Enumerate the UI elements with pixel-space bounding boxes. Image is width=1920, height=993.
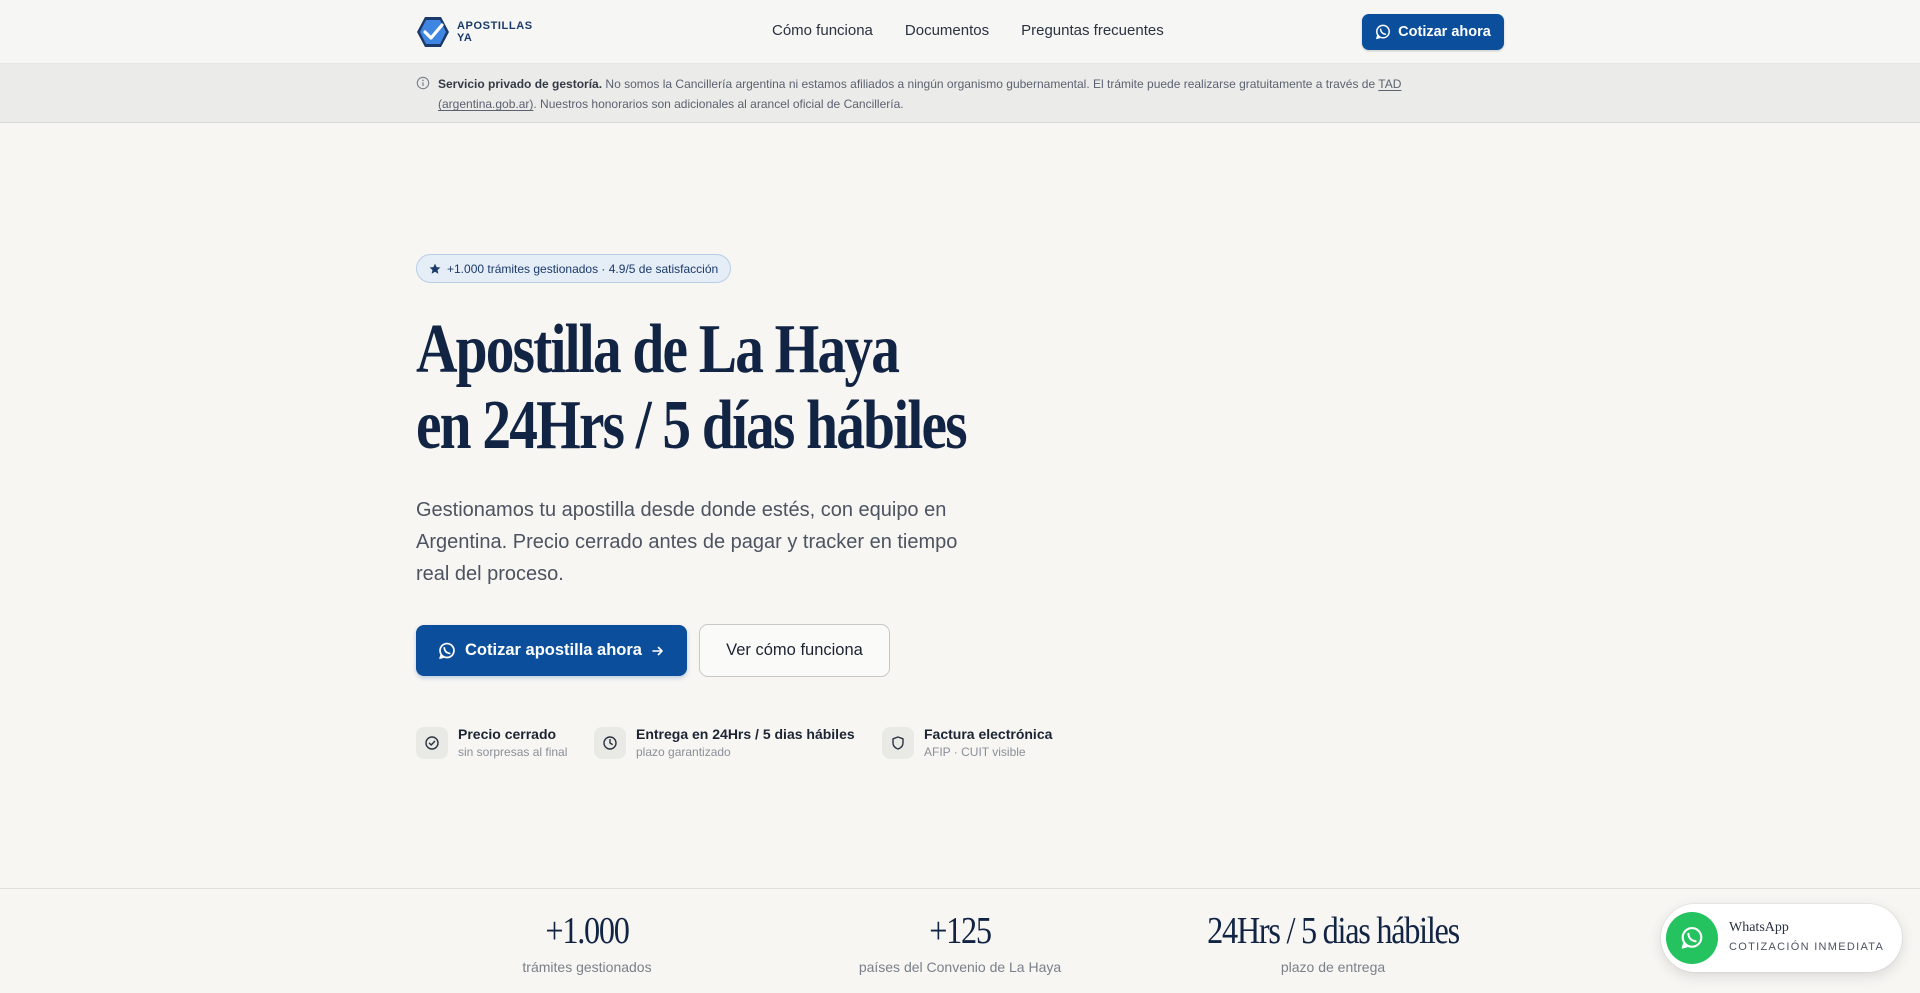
whatsapp-float-title: WhatsApp [1729,920,1789,935]
feature-subtitle: AFIP · CUIT visible [924,745,1026,759]
feature-subtitle: plazo garantizado [636,745,731,759]
quote-apostille-button-label: Cotizar apostilla ahora [465,641,642,659]
info-icon [416,76,430,90]
whatsapp-float-button[interactable]: WhatsApp COTIZACIÓN INMEDIATA [1661,904,1902,972]
header-quote-button[interactable]: Cotizar ahora [1362,14,1504,50]
feature-title: Entrega en 24Hrs / 5 dias hábiles [636,726,855,742]
tad-link[interactable]: TAD [1378,77,1401,91]
feature-icon-wrap [416,727,448,759]
feature-title: Factura electrónica [924,726,1053,742]
whatsapp-icon [1376,24,1391,40]
hero-subtitle: Gestionamos tu apostilla desde donde est… [416,499,958,585]
rating-badge: +1.000 trámites gestionados · 4.9/5 de s… [416,254,732,283]
feature-subtitle: sin sorpresas al final [458,745,568,759]
stat-label: plazo de entrega [1280,959,1386,975]
hero-title: Apostilla de La Haya en 24Hrs / 5 días h… [416,311,968,464]
feature-icon-wrap [882,727,914,759]
nav-link-documentos[interactable]: Documentos [905,22,989,39]
whatsapp-icon [439,642,455,659]
disclaimer-text-1: No somos la Cancillería argentina ni est… [602,77,1379,91]
logo-text-line1: APOSTILLAS [457,20,533,32]
feature-title: Precio cerrado [458,726,557,742]
logo-check-icon [417,17,449,47]
stat-label: trámites gestionados [522,959,652,975]
stat-countries: +125 países del Convenio de La Haya [810,909,1110,975]
stat-value: +1.000 [545,910,630,952]
arrow-right-icon [652,646,663,655]
main-nav: Cómo funciona Documentos Preguntas frecu… [772,22,1164,39]
disclaimer-banner: Servicio privado de gestoría. No somos l… [0,64,1920,123]
feature-icon-wrap [594,727,626,759]
stat-value: 24Hrs / 5 dias hábiles [1207,910,1460,952]
quote-apostille-button[interactable]: Cotizar apostilla ahora [416,625,687,676]
stat-delivery: 24Hrs / 5 dias hábiles plazo de entrega [1183,909,1483,975]
check-circle-icon [425,736,439,750]
hero-title-line2: en 24Hrs / 5 días hábiles [416,387,968,464]
whatsapp-icon [1681,927,1703,949]
how-it-works-button-label: Ver cómo funciona [726,641,863,659]
whatsapp-circle [1666,912,1718,964]
logo[interactable]: APOSTILLAS YA [416,15,533,49]
stat-procedures: +1.000 trámites gestionados [487,909,687,975]
rating-badge-text: +1.000 trámites gestionados · 4.9/5 de s… [447,261,719,276]
argentina-gob-link[interactable]: (argentina.gob.ar) [438,97,533,111]
stat-value: +125 [929,910,992,952]
shield-icon [892,736,904,750]
logo-text-line2: YA [457,32,473,44]
disclaimer-text: Servicio privado de gestoría. No somos l… [438,74,1438,114]
feature-delivery-time: Entrega en 24Hrs / 5 dias hábiles plazo … [594,726,855,760]
nav-link-como-funciona[interactable]: Cómo funciona [772,22,873,39]
hero-title-line1: Apostilla de La Haya [416,311,900,388]
feature-fixed-price: Precio cerrado sin sorpresas al final [416,726,567,760]
clock-icon [603,736,617,750]
stats-section: +1.000 trámites gestionados +125 países … [0,888,1920,993]
whatsapp-float-subtitle: COTIZACIÓN INMEDIATA [1729,941,1885,953]
star-icon [429,263,441,274]
feature-electronic-invoice: Factura electrónica AFIP · CUIT visible [882,726,1052,760]
stat-label: países del Convenio de La Haya [858,959,1062,975]
site-header: APOSTILLAS YA Cómo funciona Documentos P… [0,0,1920,64]
nav-link-preguntas-frecuentes[interactable]: Preguntas frecuentes [1021,22,1164,39]
disclaimer-bold: Servicio privado de gestoría. [438,77,603,91]
disclaimer-text-2: . Nuestros honorarios son adicionales al… [533,97,904,111]
header-quote-button-label: Cotizar ahora [1398,24,1491,40]
how-it-works-button[interactable]: Ver cómo funciona [699,624,890,677]
